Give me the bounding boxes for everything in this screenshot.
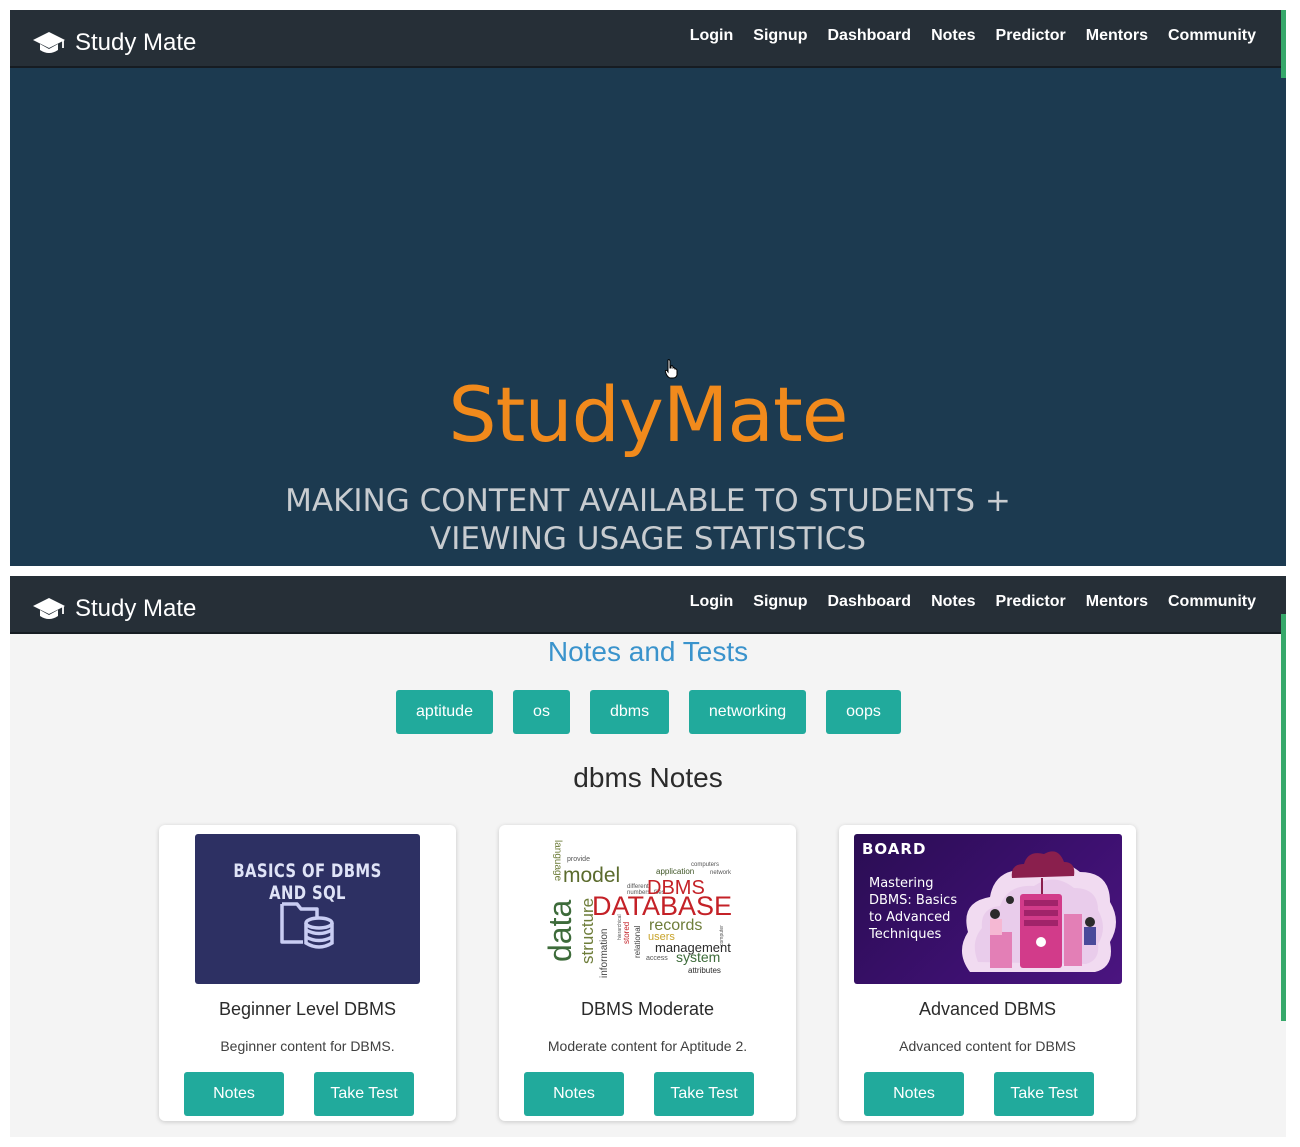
- card-title: Advanced DBMS: [918, 999, 1057, 1019]
- notes-button[interactable]: Notes: [864, 1072, 964, 1116]
- word-computer: computer: [719, 925, 725, 946]
- navbar: Study Mate Login Signup Dashboard Notes …: [10, 576, 1286, 634]
- nav-dashboard[interactable]: Dashboard: [827, 27, 911, 45]
- take-test-button[interactable]: Take Test: [994, 1072, 1094, 1116]
- word-provide: provide: [567, 856, 590, 863]
- nav-dashboard[interactable]: Dashboard: [827, 593, 911, 611]
- dbms-word-cloud-image: language provide model application netwo…: [545, 840, 732, 978]
- note-card-moderate: language provide model application netwo…: [499, 825, 796, 1121]
- word-users: system: [676, 949, 720, 965]
- folder-database-icon: [280, 902, 334, 949]
- graduation-cap-icon: [33, 598, 65, 619]
- category-tabs: aptitude os dbms networking oops: [396, 690, 921, 734]
- word-data: data: [545, 900, 578, 962]
- nav-mentors[interactable]: Mentors: [1086, 27, 1148, 45]
- server-illustration: [961, 851, 1116, 972]
- word-application: application: [656, 867, 694, 876]
- hero-subtitle-line-2: VIEWING USAGE STATISTICS: [429, 521, 867, 557]
- word-language: language: [552, 840, 563, 882]
- word-access: access: [646, 955, 668, 962]
- hero-subtitle-line-1: MAKING CONTENT AVAILABLE TO STUDENTS +: [285, 483, 1011, 519]
- brand-name: Study Mate: [75, 595, 197, 622]
- nav-predictor[interactable]: Predictor: [996, 27, 1066, 45]
- brand[interactable]: Study Mate: [32, 28, 196, 58]
- graduation-cap-icon: [33, 32, 65, 53]
- word-information: information: [599, 929, 610, 978]
- category-oops-button[interactable]: oops: [826, 690, 901, 734]
- category-networking-button[interactable]: networking: [689, 690, 806, 734]
- brand[interactable]: Study Mate: [32, 594, 196, 624]
- note-card-advanced: BOARD Mastering DBMS: Basics to Advanced…: [839, 825, 1136, 1121]
- nav-login[interactable]: Login: [690, 593, 734, 611]
- card-thumbnail: language provide model application netwo…: [545, 834, 750, 984]
- scrollbar-thumb[interactable]: [1281, 614, 1286, 1021]
- take-test-button[interactable]: Take Test: [314, 1072, 414, 1116]
- board-logo: BOARD: [862, 840, 927, 858]
- nav-community[interactable]: Community: [1168, 27, 1256, 45]
- nav-login[interactable]: Login: [690, 27, 734, 45]
- nav-predictor[interactable]: Predictor: [996, 593, 1066, 611]
- word-structure: structure: [578, 898, 597, 964]
- hero-subtitle: MAKING CONTENT AVAILABLE TO STUDENTS + V…: [10, 482, 1286, 558]
- category-aptitude-button[interactable]: aptitude: [396, 690, 493, 734]
- nav-links: Login Signup Dashboard Notes Predictor M…: [670, 27, 1256, 45]
- word-stored: stored: [622, 922, 631, 944]
- card-description: Moderate content for Aptitude 2.: [547, 1038, 748, 1054]
- word-attributes: attributes: [688, 966, 721, 975]
- page-title: Notes and Tests: [547, 636, 749, 667]
- brand-name: Study Mate: [75, 29, 197, 56]
- word-hierarchical: hierarchical: [617, 914, 623, 940]
- nav-signup[interactable]: Signup: [753, 27, 807, 45]
- word-computers: computers: [691, 862, 719, 868]
- category-dbms-button[interactable]: dbms: [590, 690, 669, 734]
- card-thumbnail: BASICS OF DBMS AND SQL: [195, 834, 420, 984]
- notes-button[interactable]: Notes: [184, 1072, 284, 1116]
- nav-community[interactable]: Community: [1168, 593, 1256, 611]
- hero-screen: Study Mate Login Signup Dashboard Notes …: [10, 10, 1286, 566]
- card-title: Beginner Level DBMS: [218, 999, 397, 1019]
- card-description: Beginner content for DBMS.: [220, 1038, 395, 1054]
- note-card-beginner: BASICS OF DBMS AND SQL Beginner Level DB…: [159, 825, 456, 1121]
- nav-mentors[interactable]: Mentors: [1086, 593, 1148, 611]
- card-description: Advanced content for DBMS: [899, 1038, 1076, 1054]
- take-test-button[interactable]: Take Test: [654, 1072, 754, 1116]
- notes-screen: Study Mate Login Signup Dashboard Notes …: [10, 576, 1286, 1137]
- category-os-button[interactable]: os: [513, 690, 570, 734]
- scrollbar-thumb[interactable]: [1281, 10, 1286, 78]
- word-relational: relational: [633, 925, 642, 958]
- nav-links: Login Signup Dashboard Notes Predictor M…: [670, 593, 1256, 611]
- nav-notes[interactable]: Notes: [931, 593, 975, 611]
- hero-title: StudyMate: [448, 370, 848, 459]
- nav-notes[interactable]: Notes: [931, 27, 975, 45]
- hand-cursor-icon: [664, 359, 678, 379]
- word-model: model: [563, 864, 620, 887]
- notes-heading: dbms Notes: [573, 762, 723, 793]
- nav-signup[interactable]: Signup: [753, 593, 807, 611]
- notes-button[interactable]: Notes: [524, 1072, 624, 1116]
- navbar: Study Mate Login Signup Dashboard Notes …: [10, 10, 1286, 68]
- word-network: network: [710, 870, 732, 876]
- card-thumbnail: BOARD Mastering DBMS: Basics to Advanced…: [854, 834, 1122, 984]
- card-title: DBMS Moderate: [580, 999, 715, 1019]
